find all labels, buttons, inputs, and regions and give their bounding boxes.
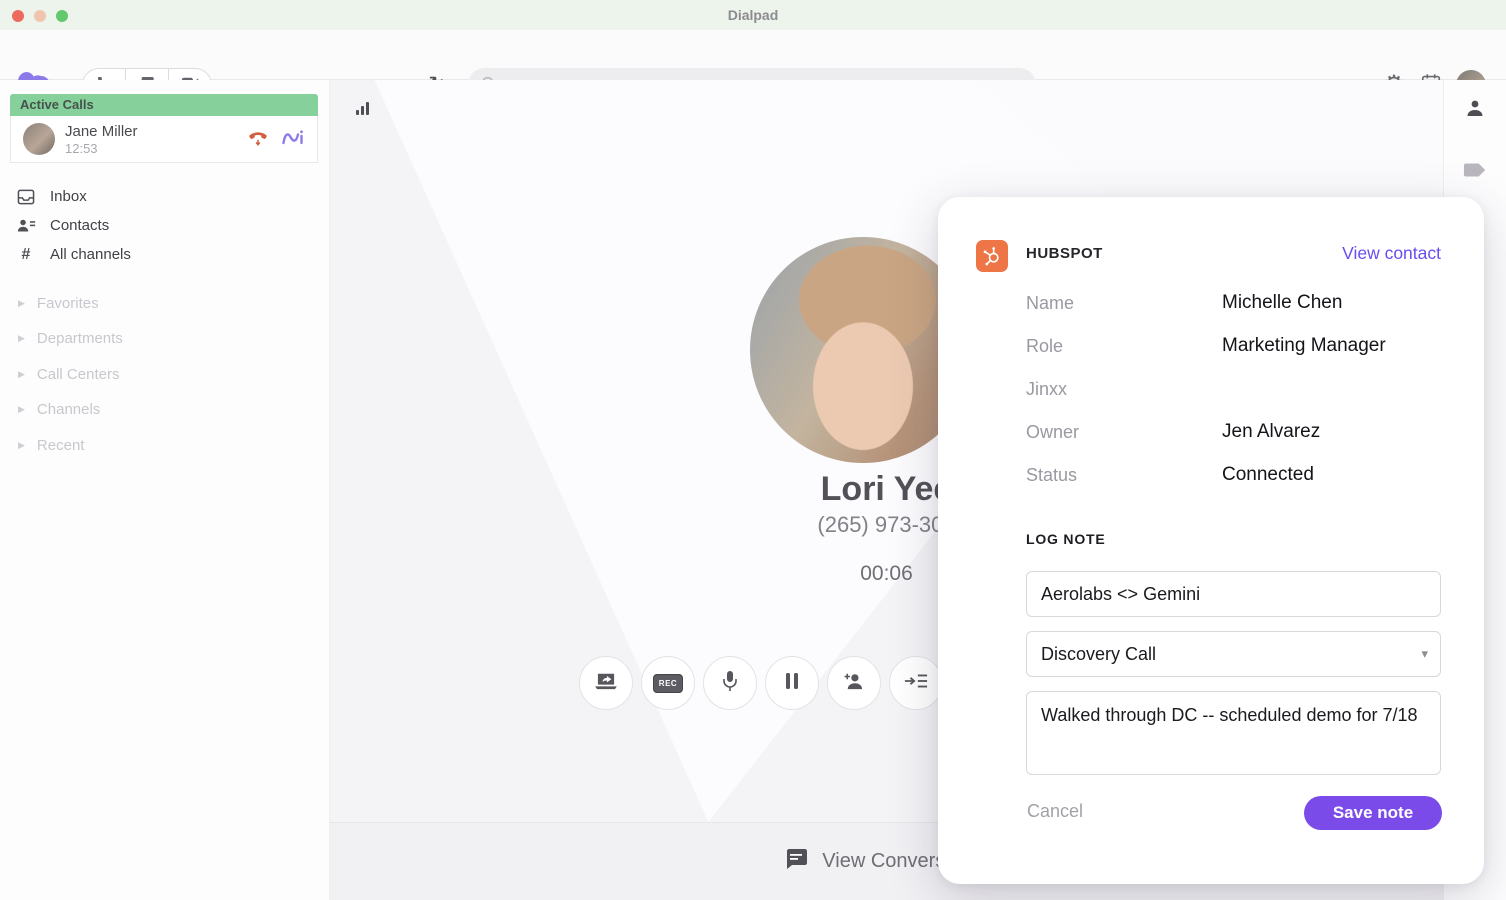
chevron-right-icon: ▶ — [18, 440, 25, 451]
window-title: Dialpad — [0, 0, 1506, 30]
sidebar-group-departments[interactable]: ▶ Departments — [0, 323, 330, 353]
microphone-icon — [722, 670, 738, 697]
field-row-owner: Owner Jen Alvarez — [1026, 412, 1441, 455]
note-title-input[interactable] — [1026, 571, 1441, 617]
call-quality-icon[interactable] — [356, 102, 369, 115]
sidebar-group-channels[interactable]: ▶ Channels — [0, 394, 330, 424]
hold-button[interactable] — [765, 656, 819, 710]
note-type-select[interactable]: Discovery Call ▾ — [1026, 631, 1441, 677]
call-duration: 12:53 — [65, 141, 138, 156]
chevron-right-icon: ▶ — [18, 404, 25, 415]
screen-share-button[interactable] — [579, 656, 633, 710]
sidebar-group-recent[interactable]: ▶ Recent — [0, 430, 330, 460]
toolbar: ← → ↻ ⚙ — [0, 30, 1506, 80]
chevron-right-icon: ▶ — [18, 298, 25, 309]
sidebar-group-favorites[interactable]: ▶ Favorites — [0, 288, 330, 318]
caller-avatar — [23, 123, 55, 155]
chevron-right-icon: ▶ — [18, 369, 25, 380]
sidebar-group-label: Favorites — [37, 295, 99, 312]
sidebar-item-label: Contacts — [50, 217, 109, 234]
record-button[interactable]: REC — [641, 656, 695, 710]
hubspot-logo-icon — [976, 240, 1008, 272]
screen-share-icon — [595, 672, 617, 695]
add-person-icon — [843, 672, 865, 695]
field-row-jinxx: Jinxx — [1026, 369, 1441, 412]
active-calls-panel: Active Calls Jane Miller 12:53 — [10, 94, 318, 163]
note-body-textarea[interactable]: Walked through DC -- scheduled demo for … — [1026, 691, 1441, 775]
transfer-icon — [904, 672, 928, 695]
log-note-heading: LOG NOTE — [1026, 531, 1106, 547]
note-type-value: Discovery Call — [1041, 644, 1156, 665]
chevron-right-icon: ▶ — [18, 333, 25, 344]
hubspot-card: HUBSPOT View contact Name Michelle Chen … — [938, 197, 1484, 884]
label-button[interactable] — [1458, 155, 1492, 189]
tag-icon — [1463, 161, 1487, 184]
hash-icon: # — [22, 246, 31, 264]
conversation-icon — [784, 848, 808, 875]
sidebar-item-label: All channels — [50, 246, 131, 263]
field-row-status: Status Connected — [1026, 455, 1441, 498]
integration-name: HUBSPOT — [1026, 245, 1103, 262]
caller-name: Jane Miller — [65, 123, 138, 140]
field-value: Connected — [1222, 464, 1314, 486]
dialpad-window: Dialpad — [0, 0, 1506, 900]
sidebar-group-label: Departments — [37, 330, 123, 347]
sidebar-group-label: Channels — [37, 401, 100, 418]
mute-button[interactable] — [703, 656, 757, 710]
rec-icon: REC — [653, 674, 683, 693]
active-calls-header: Active Calls — [10, 94, 318, 116]
view-contact-link[interactable]: View contact — [1342, 243, 1441, 264]
sidebar-item-contacts[interactable]: Contacts — [0, 211, 330, 240]
add-participant-button[interactable] — [827, 656, 881, 710]
field-value: Marketing Manager — [1222, 335, 1386, 357]
sidebar-group-label: Recent — [37, 437, 85, 454]
titlebar: Dialpad — [0, 0, 1506, 30]
contact-profile-button[interactable] — [1458, 94, 1492, 128]
field-label: Owner — [1026, 422, 1079, 443]
field-label: Role — [1026, 336, 1063, 357]
active-call-item[interactable]: Jane Miller 12:53 — [10, 116, 318, 163]
contacts-icon — [16, 218, 36, 233]
field-label: Status — [1026, 465, 1077, 486]
sidebar-item-all-channels[interactable]: # All channels — [0, 240, 330, 269]
sidebar: Active Calls Jane Miller 12:53 — [0, 80, 330, 900]
field-value: Jen Alvarez — [1222, 421, 1320, 443]
field-label: Jinxx — [1026, 379, 1067, 400]
transfer-button[interactable] — [889, 656, 943, 710]
hang-up-icon[interactable] — [247, 126, 269, 153]
call-controls: REC — [579, 656, 943, 710]
cancel-button[interactable]: Cancel — [1027, 801, 1083, 822]
field-value: Michelle Chen — [1222, 292, 1342, 314]
person-icon — [1465, 99, 1485, 124]
save-note-button[interactable]: Save note — [1304, 796, 1442, 830]
field-row-role: Role Marketing Manager — [1026, 326, 1441, 369]
sidebar-group-label: Call Centers — [37, 366, 120, 383]
sidebar-item-label: Inbox — [50, 188, 87, 205]
field-label: Name — [1026, 293, 1074, 314]
field-row-name: Name Michelle Chen — [1026, 283, 1441, 326]
dialpad-ai-icon[interactable] — [281, 127, 305, 152]
chevron-down-icon: ▾ — [1421, 646, 1428, 662]
sidebar-group-call-centers[interactable]: ▶ Call Centers — [0, 359, 330, 389]
inbox-icon — [16, 189, 36, 205]
sidebar-item-inbox[interactable]: Inbox — [0, 182, 330, 211]
pause-icon — [785, 672, 799, 695]
